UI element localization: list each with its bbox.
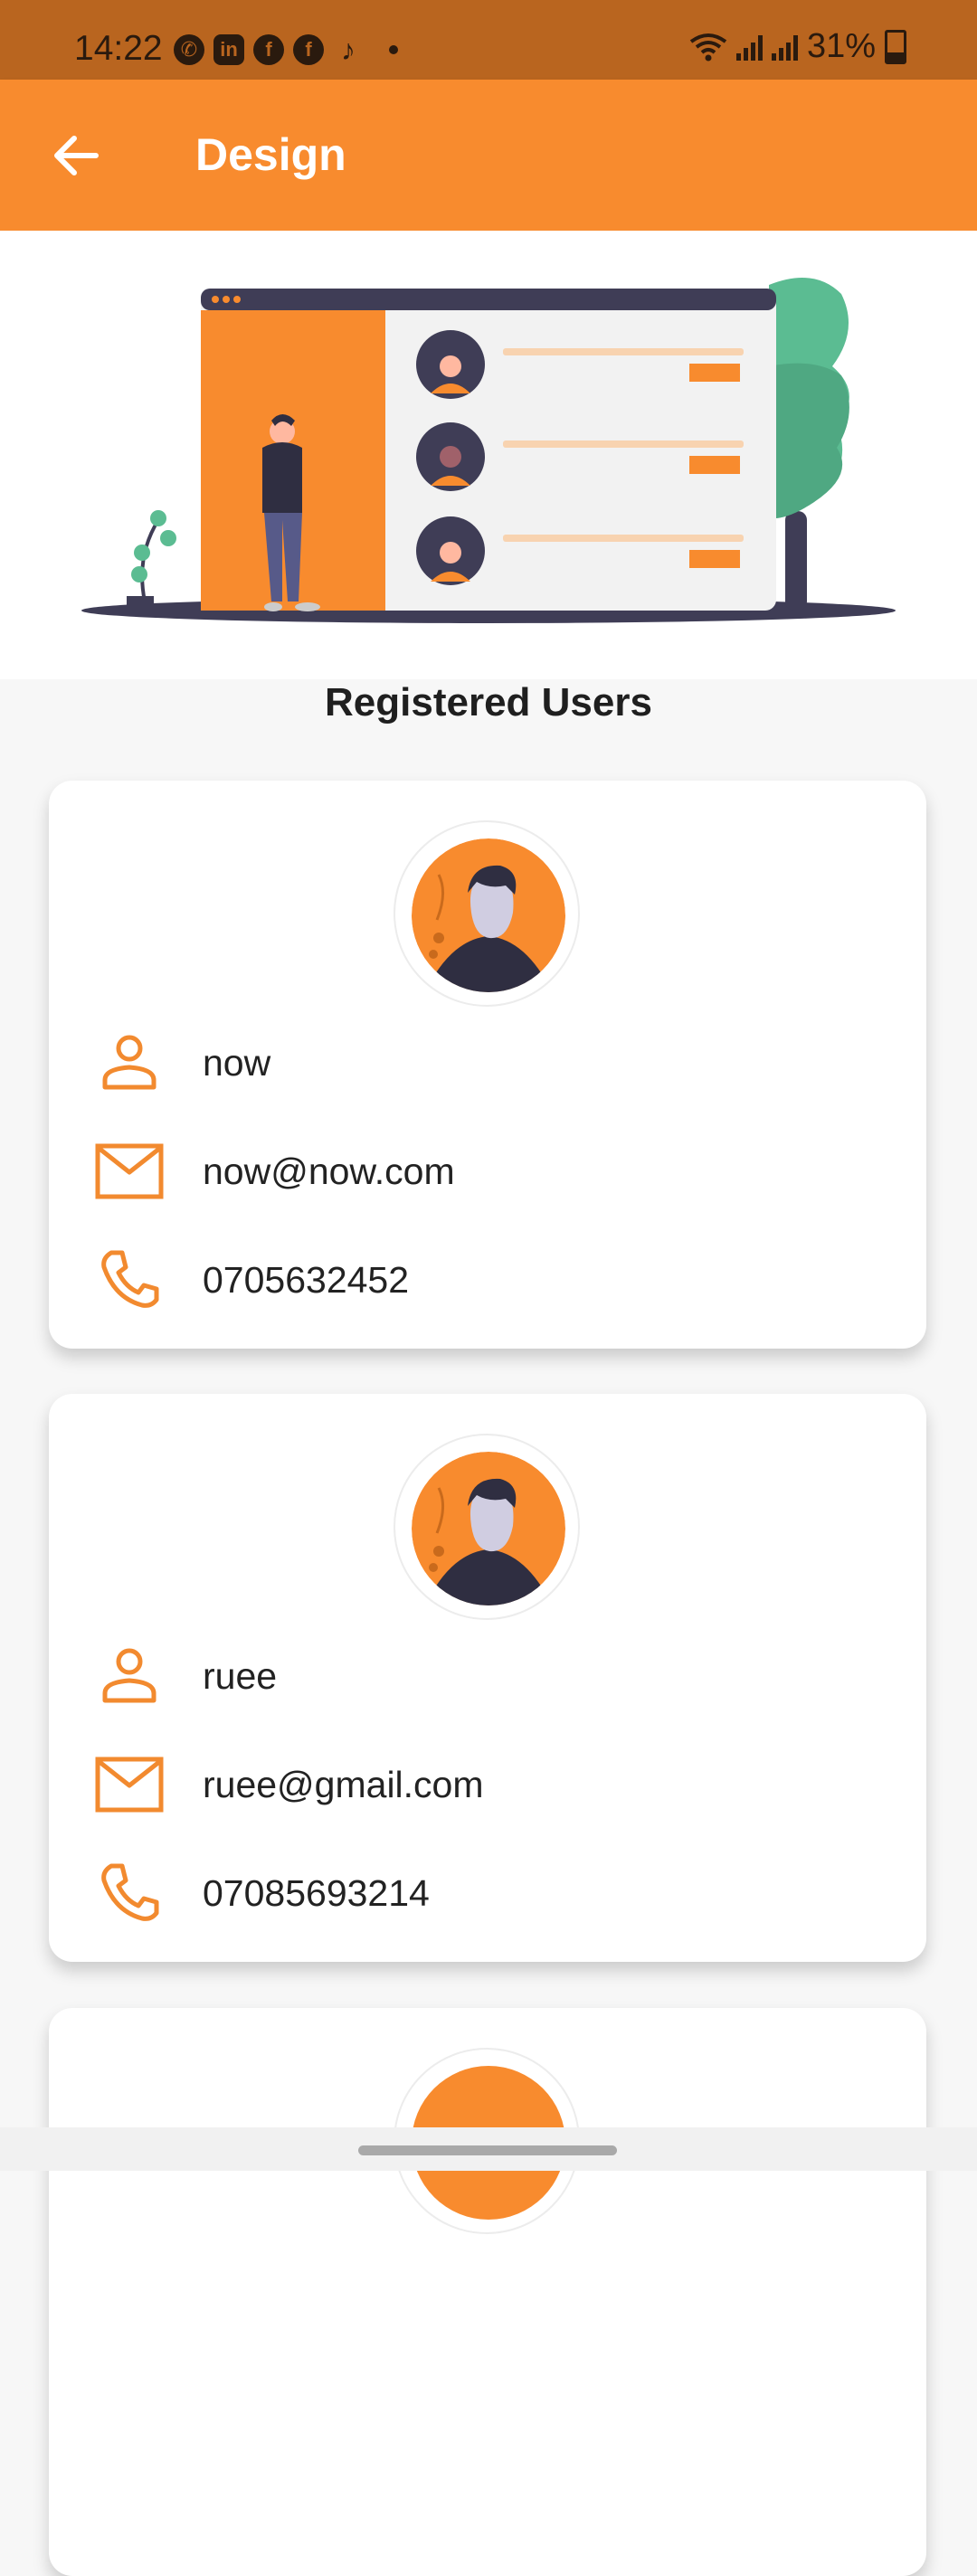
wifi-icon <box>689 33 727 61</box>
mail-icon <box>95 1143 164 1199</box>
user-card[interactable]: ruee ruee@gmail.com 07085693214 <box>49 1394 926 1962</box>
user-phone: 0705632452 <box>203 1258 410 1301</box>
avatar <box>394 820 580 1007</box>
phone-icon <box>101 1863 159 1921</box>
facebook-icon: f <box>293 34 324 65</box>
linkedin-icon: in <box>213 34 244 65</box>
user-email-row: now@now.com <box>92 1135 870 1208</box>
navigation-gesture-bar <box>0 2127 977 2171</box>
battery-percent: 31% <box>806 27 876 65</box>
user-name-row: now <box>92 1027 870 1099</box>
user-email: now@now.com <box>203 1150 455 1192</box>
arrow-left-icon <box>54 136 99 175</box>
whatsapp-icon: ✆ <box>174 34 204 65</box>
users-illustration <box>81 278 896 623</box>
home-gesture-handle[interactable] <box>358 2145 617 2155</box>
back-button[interactable] <box>45 123 110 188</box>
user-card[interactable]: now now@now.com 0705632452 <box>49 781 926 1349</box>
hero-illustration <box>0 231 977 679</box>
user-email-row: ruee@gmail.com <box>92 1748 870 1821</box>
user-phone: 07085693214 <box>203 1871 430 1914</box>
signal-icon <box>735 33 763 61</box>
person-icon <box>102 1035 157 1090</box>
user-name: now <box>203 1041 271 1084</box>
user-card[interactable] <box>49 2008 926 2576</box>
avatar <box>394 1434 580 1620</box>
user-avatar-icon <box>412 838 565 992</box>
status-time: 14:22 <box>74 29 163 68</box>
page-title: Design <box>195 129 346 180</box>
system-status-icons: 31% <box>689 27 906 66</box>
user-email: ruee@gmail.com <box>203 1763 484 1805</box>
user-name-row: ruee <box>92 1640 870 1712</box>
app-bar: Design <box>0 80 977 231</box>
user-phone-row: 07085693214 <box>92 1857 870 1929</box>
status-bar: 14:22 ✆ in f f ♪ 31% <box>0 0 977 80</box>
battery-icon <box>885 29 906 64</box>
phone-icon <box>101 1250 159 1308</box>
mail-icon <box>95 1757 164 1813</box>
section-title: Registered Users <box>325 680 652 724</box>
person-icon <box>102 1648 157 1703</box>
tiktok-icon: ♪ <box>341 33 356 66</box>
user-phone-row: 0705632452 <box>92 1244 870 1316</box>
facebook-icon: f <box>253 34 284 65</box>
user-name: ruee <box>203 1654 278 1697</box>
notification-icons: ✆ in f f ♪ <box>174 33 398 66</box>
dot-icon <box>389 45 398 54</box>
signal-icon <box>771 33 798 61</box>
user-avatar-icon <box>412 1452 565 1605</box>
